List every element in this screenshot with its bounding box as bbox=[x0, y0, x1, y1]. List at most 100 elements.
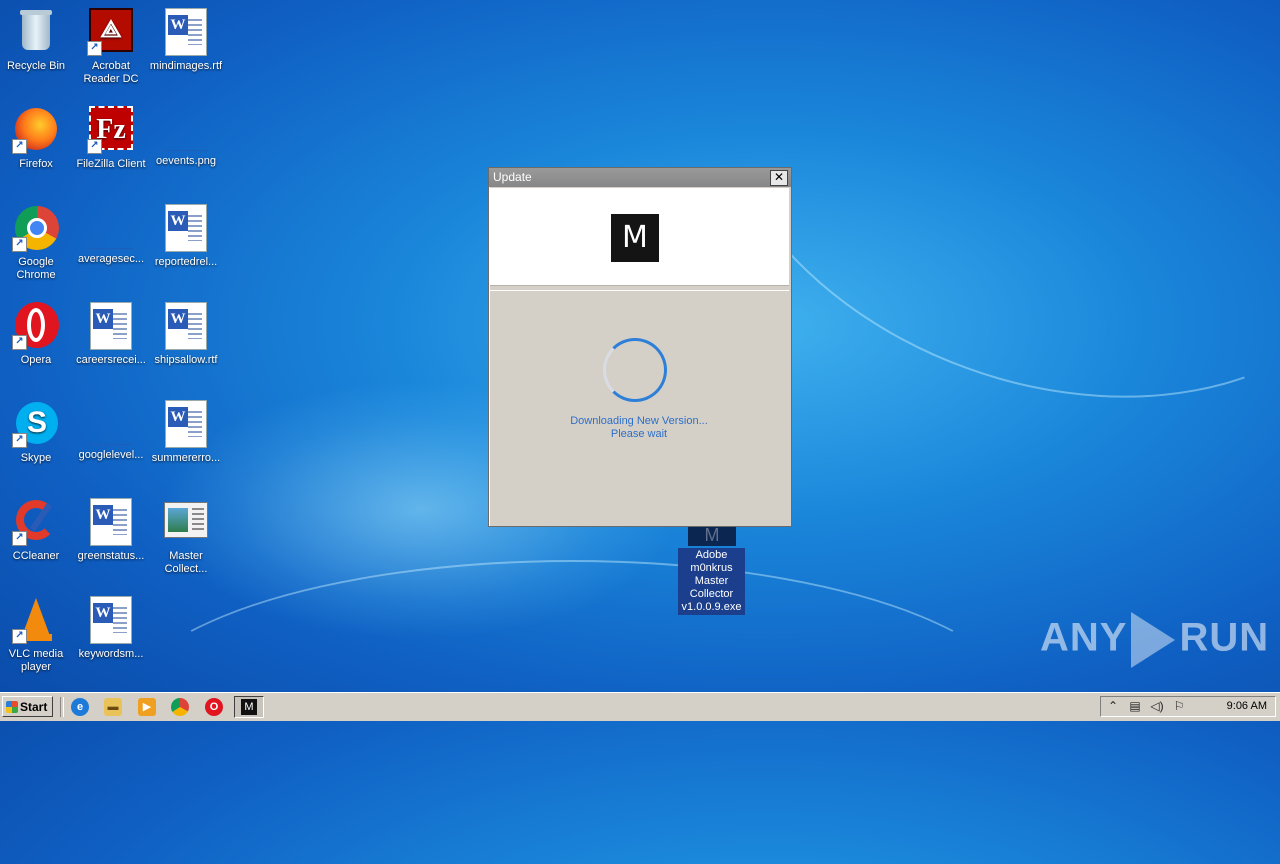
desktop-icon-label: greenstatus... bbox=[77, 550, 145, 562]
start-label: Start bbox=[20, 700, 48, 714]
desktop-icon-label: Google Chrome bbox=[16, 256, 56, 281]
desktop-icon-filezilla[interactable]: Fz ↗ FileZilla Client bbox=[73, 106, 149, 171]
word-document-icon: W bbox=[87, 498, 135, 546]
desktop-icon-vlc[interactable]: ↗ VLC media player bbox=[0, 596, 74, 674]
desktop-icon-acrobat[interactable]: ⟁ ↗ Acrobat Reader DC bbox=[73, 8, 149, 86]
desktop-icon-master-collect[interactable]: Master Collect... bbox=[148, 498, 224, 576]
dialog-separator bbox=[490, 285, 789, 291]
desktop-icon-label: CCleaner bbox=[12, 550, 60, 562]
desktop-icon-google-chrome[interactable]: ↗ Google Chrome bbox=[0, 204, 74, 282]
update-dialog: Update ✕ M Downloading New Version... Pl… bbox=[488, 167, 792, 527]
desktop-icon-oevents[interactable]: oevents.png bbox=[148, 106, 224, 168]
word-document-icon: W bbox=[162, 400, 210, 448]
desktop-icon-label: careersrecei... bbox=[76, 354, 146, 366]
desktop-icon-label: Skype bbox=[20, 452, 52, 464]
opera-icon[interactable]: O bbox=[205, 698, 223, 716]
ccleaner-icon: ↗ bbox=[12, 498, 60, 546]
system-tray: ⌃ ▤ ◁) ⚐ 9:06 AM bbox=[1100, 696, 1276, 717]
task-app-icon: M bbox=[241, 699, 257, 715]
desktop-icon-label: googlelevel... bbox=[78, 449, 144, 461]
desktop-icon-label: Firefox bbox=[19, 158, 53, 170]
vlc-icon: ↗ bbox=[12, 596, 60, 644]
opera-icon: ↗ bbox=[12, 302, 60, 350]
filezilla-icon: Fz ↗ bbox=[87, 106, 135, 154]
volume-icon[interactable]: ◁) bbox=[1149, 699, 1165, 714]
window-file-icon bbox=[162, 498, 210, 546]
desktop-icon-label: Acrobat Reader DC bbox=[83, 60, 139, 85]
desktop-icon-summererro[interactable]: W summererro... bbox=[148, 400, 224, 465]
desktop-icon-label: averagesec... bbox=[77, 253, 145, 265]
acrobat-icon: ⟁ ↗ bbox=[87, 8, 135, 56]
word-document-icon: W bbox=[87, 302, 135, 350]
network-icon[interactable]: ▤ bbox=[1127, 699, 1143, 714]
taskbar-button-update[interactable]: M bbox=[234, 696, 264, 718]
start-button[interactable]: Start bbox=[2, 696, 53, 717]
desktop-icon-ccleaner[interactable]: ↗ CCleaner bbox=[0, 498, 74, 563]
chrome-icon[interactable] bbox=[171, 698, 189, 716]
blank-file-icon bbox=[89, 424, 133, 445]
clock[interactable]: 9:06 AM bbox=[1227, 697, 1267, 716]
shortcut-arrow-icon: ↗ bbox=[12, 433, 27, 448]
tray-expand-icon[interactable]: ⌃ bbox=[1105, 699, 1121, 714]
dialog-titlebar[interactable]: Update ✕ bbox=[489, 168, 791, 187]
desktop-icon-mindimages[interactable]: W mindimages.rtf bbox=[148, 8, 224, 73]
exe-file-icon[interactable]: M bbox=[688, 524, 736, 546]
desktop-icon-label: Opera bbox=[20, 354, 52, 366]
close-button[interactable]: ✕ bbox=[770, 170, 788, 186]
desktop-icon-skype[interactable]: S ↗ Skype bbox=[0, 400, 74, 465]
desktop-icon-label: summererro... bbox=[151, 452, 221, 464]
desktop-icon-label: oevents.png bbox=[156, 155, 216, 167]
desktop-icon-label: keywordsm... bbox=[78, 648, 144, 660]
desktop-icon-recycle-bin[interactable]: Recycle Bin bbox=[0, 8, 74, 73]
play-icon bbox=[1131, 612, 1176, 668]
status-line-downloading: Downloading New Version... bbox=[570, 415, 708, 427]
dialog-banner: M bbox=[490, 188, 789, 285]
download-status: Downloading New Version... Please wait bbox=[489, 415, 789, 441]
desktop-icon-careersrecei[interactable]: W careersrecei... bbox=[73, 302, 149, 367]
firefox-icon: ↗ bbox=[12, 106, 60, 154]
app-logo: M bbox=[611, 214, 659, 262]
flag-icon[interactable]: ⚐ bbox=[1171, 699, 1187, 714]
desktop-icon-label: Master Collect... bbox=[164, 550, 208, 575]
shortcut-arrow-icon: ↗ bbox=[12, 237, 27, 252]
chrome-icon: ↗ bbox=[12, 204, 60, 252]
shortcut-arrow-icon: ↗ bbox=[12, 629, 27, 644]
shortcut-arrow-icon: ↗ bbox=[12, 335, 27, 350]
taskbar: Start e ▬ ▶ O M ⌃ ▤ ◁) ⚐ 9:06 AM bbox=[0, 692, 1280, 721]
shortcut-arrow-icon: ↗ bbox=[12, 531, 27, 546]
word-document-icon: W bbox=[162, 204, 210, 252]
skype-icon: S ↗ bbox=[12, 400, 60, 448]
internet-explorer-icon[interactable]: e bbox=[71, 698, 89, 716]
desktop-icon-label: mindimages.rtf bbox=[149, 60, 223, 72]
explorer-folder-icon[interactable]: ▬ bbox=[104, 698, 122, 716]
media-player-icon[interactable]: ▶ bbox=[138, 698, 156, 716]
desktop-icon-label: VLC media player bbox=[8, 648, 64, 673]
watermark-left: ANY bbox=[1040, 615, 1128, 660]
desktop-icon-greenstatus[interactable]: W greenstatus... bbox=[73, 498, 149, 563]
exe-file-label[interactable]: Adobe m0nkrus Master Collector v1.0.0.9.… bbox=[678, 548, 745, 615]
desktop-icon-googlelevel[interactable]: googlelevel... bbox=[73, 400, 149, 462]
shortcut-arrow-icon: ↗ bbox=[87, 41, 102, 56]
desktop-icon-firefox[interactable]: ↗ Firefox bbox=[0, 106, 74, 171]
desktop-icon-label: reportedrel... bbox=[154, 256, 218, 268]
blank-file-icon bbox=[89, 228, 133, 249]
word-document-icon: W bbox=[162, 8, 210, 56]
desktop-icon-reportedrel[interactable]: W reportedrel... bbox=[148, 204, 224, 269]
desktop-icon-label: Recycle Bin bbox=[6, 60, 66, 72]
desktop-icon-opera[interactable]: ↗ Opera bbox=[0, 302, 74, 367]
desktop-icon-averagesec[interactable]: averagesec... bbox=[73, 204, 149, 266]
loading-spinner-icon bbox=[603, 338, 667, 402]
shortcut-arrow-icon: ↗ bbox=[12, 139, 27, 154]
watermark-right: RUN bbox=[1179, 615, 1270, 660]
desktop-icon-keywordsm[interactable]: W keywordsm... bbox=[73, 596, 149, 661]
image-file-icon bbox=[164, 130, 208, 151]
windows-logo-icon bbox=[6, 701, 18, 713]
desktop-icon-label: FileZilla Client bbox=[76, 158, 146, 170]
word-document-icon: W bbox=[162, 302, 210, 350]
shortcut-arrow-icon: ↗ bbox=[87, 139, 102, 154]
desktop-icon-shipsallow[interactable]: W shipsallow.rtf bbox=[148, 302, 224, 367]
dialog-title: Update bbox=[493, 170, 532, 184]
recycle-bin-icon bbox=[12, 8, 60, 56]
status-line-wait: Please wait bbox=[610, 428, 668, 440]
word-document-icon: W bbox=[87, 596, 135, 644]
